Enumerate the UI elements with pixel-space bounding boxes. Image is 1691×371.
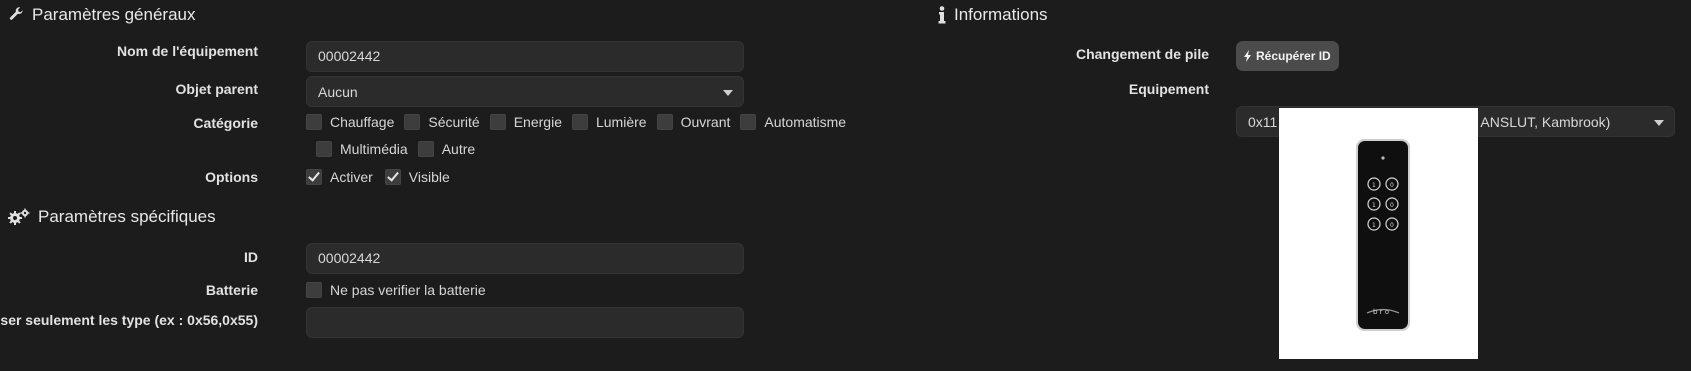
equipment-label: Equipement [1128,81,1209,97]
general-title-text: Paramètres généraux [32,5,196,24]
battery-label: Batterie [205,282,258,298]
checkbox-box[interactable] [656,114,673,130]
checkbox-box[interactable] [489,114,506,130]
category-lumiere-checkbox[interactable]: Lumière [571,114,647,130]
category-label: Catégorie [193,115,258,131]
checkbox-box[interactable] [404,114,421,130]
options-row: Activer Visible [306,169,450,185]
parent-object-label: Objet parent [175,81,258,97]
checkbox-box[interactable] [571,114,588,130]
checkbox-box[interactable] [417,141,434,157]
checkbox-box[interactable] [316,141,332,157]
svg-text:1: 1 [1372,182,1376,189]
allowed-types-label: Autoriser seulement les type (ex : 0x56,… [0,312,258,328]
checkbox-box[interactable] [306,114,322,130]
recover-id-label: Récupérer ID [1256,49,1331,63]
equipment-name-input[interactable] [306,41,744,72]
option-activer-checkbox[interactable]: Activer [306,169,373,185]
category-multimedia-checkbox[interactable]: Multimédia [316,141,408,157]
info-icon [938,6,946,24]
svg-text:0: 0 [1390,202,1394,209]
category-securite-checkbox[interactable]: Sécurité [404,114,480,130]
wrench-icon [9,7,23,20]
device-brand-text: b r o [1373,308,1389,316]
category-ouvrant-checkbox[interactable]: Ouvrant [656,114,730,130]
checkbox-box[interactable] [306,282,322,298]
svg-text:1: 1 [1372,202,1376,209]
device-image: 1 0 1 0 1 0 b r o [1279,108,1478,359]
options-label: Options [205,169,258,185]
category-row-2: Multimédia Autre [316,141,475,157]
allowed-types-input[interactable] [306,307,744,338]
svg-text:1: 1 [1372,222,1376,229]
svg-text:0: 0 [1390,222,1394,229]
chevron-down-icon [1654,120,1664,126]
category-row-1: Chauffage Sécurité Energie Lumière Ouvra… [306,114,846,130]
category-energie-checkbox[interactable]: Energie [489,114,562,130]
id-input[interactable] [306,243,744,274]
general-section-title: Paramètres généraux [8,5,195,25]
option-visible-checkbox[interactable]: Visible [384,169,450,185]
battery-change-label: Changement de pile [1075,46,1209,62]
category-automatisme-checkbox[interactable]: Automatisme [740,114,846,130]
info-section-title: Informations [938,5,1048,25]
checkbox-box[interactable] [384,169,401,185]
equipment-name-label: Nom de l'équipement [116,43,258,59]
id-label: ID [244,249,258,265]
svg-text:0: 0 [1390,182,1394,189]
parent-object-value: Aucun [318,84,358,100]
info-title-text: Informations [954,5,1048,24]
specific-section-title: Paramètres spécifiques [8,207,216,227]
specific-title-text: Paramètres spécifiques [38,207,216,226]
category-chauffage-checkbox[interactable]: Chauffage [306,114,394,130]
parent-object-select[interactable]: Aucun [306,76,744,107]
remote-control-image: 1 0 1 0 1 0 b r o [1356,139,1410,331]
category-autre-checkbox[interactable]: Autre [417,141,475,157]
no-battery-check-checkbox[interactable]: Ne pas verifier la batterie [306,282,486,298]
chevron-down-icon [723,90,733,96]
bolt-icon [1244,50,1251,62]
checkbox-box[interactable] [306,169,322,185]
gears-icon [8,208,30,225]
recover-id-button[interactable]: Récupérer ID [1236,41,1339,71]
checkbox-box[interactable] [740,114,757,130]
